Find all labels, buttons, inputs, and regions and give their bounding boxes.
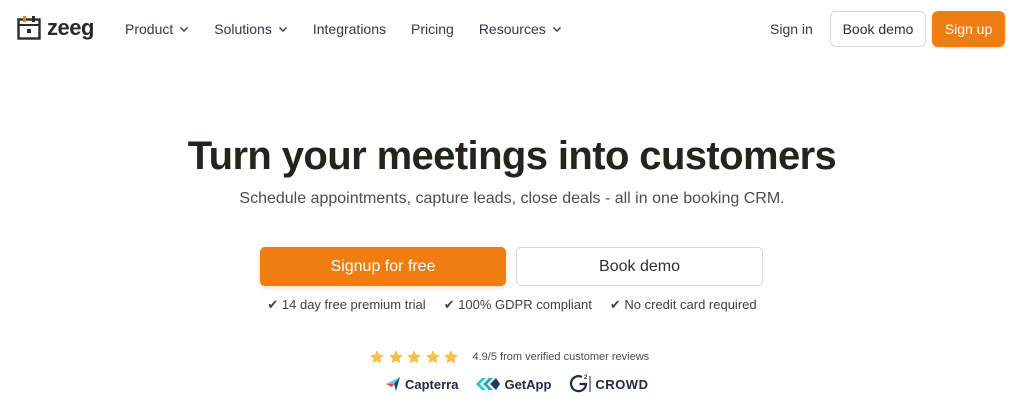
menu-item-label: Integrations: [312, 21, 387, 37]
feature-item: ✔ 14 day free premium trial: [267, 297, 426, 312]
sign-up-button[interactable]: Sign up: [932, 11, 1005, 47]
menu-item-label: Product: [125, 21, 174, 37]
review-site-logos: Capterra GetApp 2 CROWD: [385, 374, 666, 394]
hero-title: Turn your meetings into customers: [187, 134, 837, 178]
svg-text:2: 2: [584, 375, 588, 381]
getapp-logo: GetApp: [476, 377, 551, 392]
brand-label: GetApp: [504, 376, 552, 392]
hero-subtitle: Schedule appointments, capture leads, cl…: [239, 190, 785, 207]
menu-item-integrations[interactable]: Integrations: [313, 19, 386, 39]
top-navigation: zeeg Product Solutions Integrations Pric…: [0, 0, 1024, 60]
chevron-down-icon: [180, 27, 189, 32]
menu-item-label: Pricing: [411, 21, 454, 37]
menu-item-resources[interactable]: Resources: [479, 19, 562, 39]
star-icon: [444, 350, 458, 364]
menu-item-solutions[interactable]: Solutions: [214, 19, 288, 39]
calendar-logo-icon: [17, 16, 41, 40]
menu-item-label: Resources: [478, 21, 546, 37]
g2-crowd-logo: 2 CROWD: [569, 374, 648, 394]
star-rating: [369, 349, 462, 365]
feature-list: ✔ 14 day free premium trial ✔ 100% GDPR …: [0, 296, 1024, 314]
star-icon: [370, 350, 384, 364]
capterra-logo: Capterra: [385, 376, 458, 392]
book-demo-button[interactable]: Book demo: [830, 11, 926, 47]
menu-item-label: Solutions: [214, 21, 272, 37]
rating-text: 4.9/5 from verified customer reviews: [472, 351, 650, 363]
chevron-down-icon: [278, 27, 287, 32]
menu-item-product[interactable]: Product: [125, 19, 189, 39]
feature-item: ✔ 100% GDPR compliant: [443, 297, 592, 312]
menu-item-pricing[interactable]: Pricing: [411, 19, 454, 39]
star-icon: [425, 350, 440, 364]
zeeg-logo[interactable]: zeeg: [17, 16, 94, 40]
chevron-down-icon: [552, 27, 561, 32]
feature-item: ✔ No credit card required: [609, 297, 757, 312]
sign-in-link[interactable]: Sign in: [770, 19, 813, 39]
g2-icon: 2: [570, 375, 591, 393]
capterra-icon: [386, 377, 400, 391]
rating-row: 4.9/5 from verified customer reviews: [369, 349, 649, 365]
book-demo-hero-button[interactable]: Book demo: [516, 247, 763, 286]
brand-label: Capterra: [405, 376, 459, 392]
signup-for-free-button[interactable]: Signup for free: [260, 247, 506, 286]
star-icon: [388, 350, 403, 364]
star-icon: [407, 350, 421, 364]
logo-wordmark: zeeg: [47, 15, 94, 40]
main-menu: Product Solutions Integrations Pricing R…: [125, 19, 587, 39]
getapp-icon: [476, 378, 501, 390]
brand-label: CROWD: [595, 376, 649, 392]
